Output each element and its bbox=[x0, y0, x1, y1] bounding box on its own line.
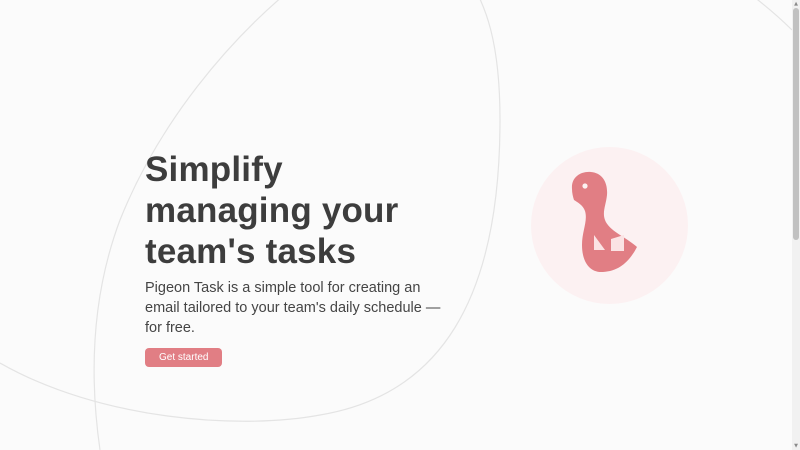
scrollbar[interactable]: ▲ ▼ bbox=[792, 0, 800, 450]
pigeon-eye bbox=[582, 183, 588, 189]
landing-page: Simplify managing your team's tasks Pige… bbox=[0, 0, 792, 450]
pigeon-logo-graphic bbox=[531, 147, 688, 304]
hero-title: Simplify managing your team's tasks bbox=[145, 150, 399, 271]
hero-section: Simplify managing your team's tasks Pige… bbox=[145, 149, 475, 367]
scrollbar-thumb[interactable] bbox=[793, 8, 799, 240]
scroll-up-arrow-icon[interactable]: ▲ bbox=[792, 0, 800, 8]
scroll-down-arrow-icon[interactable]: ▼ bbox=[792, 442, 800, 450]
logo-circle bbox=[531, 147, 688, 304]
hero-subtitle: Pigeon Task is a simple tool for creatin… bbox=[145, 280, 441, 336]
get-started-button[interactable]: Get started bbox=[145, 348, 223, 367]
background-arc bbox=[756, 0, 792, 31]
pigeon-logo-icon bbox=[531, 147, 688, 304]
